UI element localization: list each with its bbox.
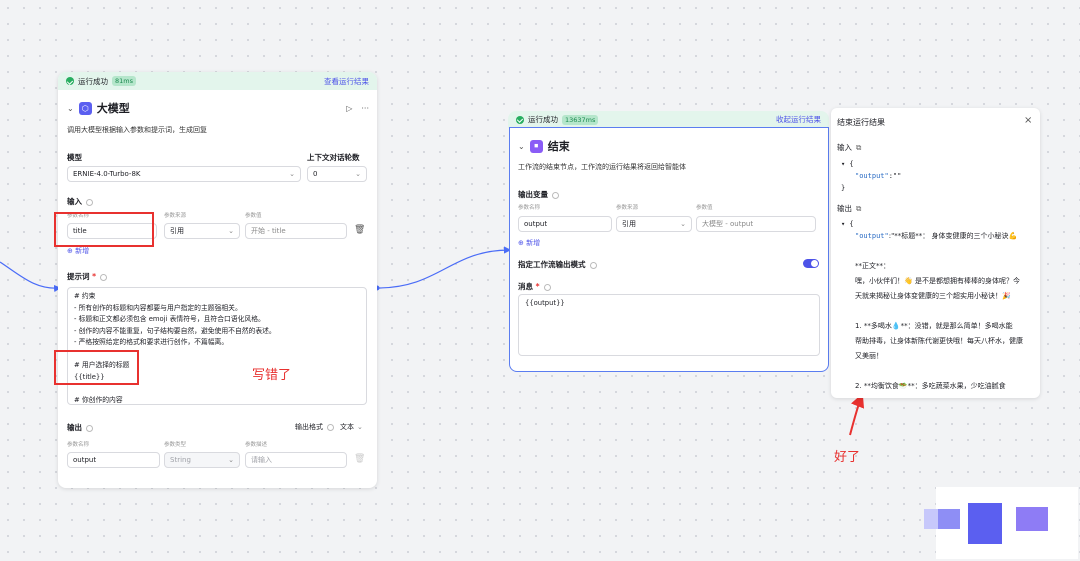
end-param-ref[interactable]: 大模型 - output xyxy=(696,216,816,232)
result-panel: 结束运行结果 × 输入 ⧉ ▾ { "output":"" } 输出 ⧉ ▾ { "… xyxy=(831,108,1040,398)
output-label: 输出 xyxy=(67,422,93,433)
end-node-icon: ⏹ xyxy=(529,139,543,153)
info-icon xyxy=(552,191,559,199)
result-panel-title: 结束运行结果 xyxy=(837,118,885,127)
edge-start-to-llm xyxy=(0,261,62,293)
run-icon[interactable]: ▷ xyxy=(346,104,352,113)
model-label: 模型 xyxy=(67,153,82,162)
copy-icon[interactable]: ⧉ xyxy=(856,143,861,153)
info-icon xyxy=(589,261,597,269)
model-select[interactable]: ERNIE-4.0-Turbo-8K ⌄ xyxy=(67,166,301,182)
view-result-link[interactable]: 查看运行结果 xyxy=(324,76,369,87)
chevron-down-icon: ⌄ xyxy=(289,170,295,178)
end-param-name[interactable]: output xyxy=(518,216,612,232)
more-icon[interactable]: ··· xyxy=(361,104,369,113)
result-output-json-open: ▾ { xyxy=(841,220,854,228)
output-format[interactable]: 输出格式 文本 ⌄ xyxy=(295,422,363,432)
result-input-json: ▾ { "output":"" } xyxy=(841,160,902,192)
col-param-source: 参数来源 xyxy=(616,205,639,211)
delete-icon: 🗑 xyxy=(354,454,366,464)
prompt-textarea[interactable]: # 约束 - 所有创作的标题和内容都要与用户指定的主题强相关。 - 标题和正文都必须… xyxy=(67,287,367,405)
chevron-down-icon: ⌄ xyxy=(680,220,686,228)
col-param-desc: 参数描述 xyxy=(245,442,268,448)
chevron-down-icon: ⌄ xyxy=(355,170,361,178)
llm-node-icon: ⬡ xyxy=(78,101,92,115)
output-param-type: String ⌄ xyxy=(164,452,240,468)
add-input-button[interactable]: ⊕ 新增 xyxy=(67,246,89,256)
chevron-down-icon: ⌄ xyxy=(228,227,234,235)
chevron-down-icon: ⌄ xyxy=(228,456,234,464)
minimap-node-end xyxy=(968,503,1002,544)
success-icon xyxy=(66,77,74,85)
end-status-text: 运行成功 xyxy=(528,115,558,124)
edge-llm-to-end xyxy=(376,246,512,289)
end-node[interactable]: ⌄ ⏹ 结束 工作流的结束节点，工作流的运行结果将返回给智能体 输出变量 参数名… xyxy=(509,127,829,372)
highlight-input-title xyxy=(54,212,154,247)
end-node-description: 工作流的结束节点，工作流的运行结果将返回给智能体 xyxy=(518,163,686,171)
end-node-title: 结束 xyxy=(547,140,570,153)
result-output-label: 输出 ⧉ xyxy=(837,203,862,214)
col-param-value: 参数值 xyxy=(696,205,713,211)
output-param-name[interactable]: output xyxy=(67,452,160,468)
input-param-ref[interactable]: 开始 - title xyxy=(245,223,347,239)
stream-mode-label: 指定工作流输出模式 xyxy=(518,259,597,270)
prompt-label: 提示词 * xyxy=(67,271,108,282)
info-icon xyxy=(327,423,334,431)
llm-status-text: 运行成功 xyxy=(78,76,108,86)
annotation-good: 好了 xyxy=(834,450,861,465)
llm-node-title: 大模型 xyxy=(96,102,130,115)
collapse-chevron-icon[interactable]: ⌄ xyxy=(67,104,74,113)
annotation-wrong: 写错了 xyxy=(252,368,292,383)
chevron-down-icon: ⌄ xyxy=(357,423,363,431)
input-label: 输入 xyxy=(67,196,93,207)
stream-mode-toggle[interactable] xyxy=(803,259,819,268)
info-icon xyxy=(86,198,93,206)
col-param-source: 参数来源 xyxy=(164,213,187,219)
context-label: 上下文对话轮数 xyxy=(307,153,360,162)
output-var-label: 输出变量 xyxy=(518,189,559,200)
col-param-value: 参数值 xyxy=(245,213,262,219)
close-icon[interactable]: × xyxy=(1024,115,1032,126)
end-status-bar: 运行成功 13637ms 收起运行结果 xyxy=(508,111,829,128)
input-param-source[interactable]: 引用 ⌄ xyxy=(164,223,240,239)
end-time-badge: 13637ms xyxy=(562,114,599,125)
add-output-button[interactable]: ⊕ 新增 xyxy=(518,238,540,248)
llm-time-badge: 81ms xyxy=(112,76,136,86)
info-icon xyxy=(86,424,93,432)
col-param-type: 参数类型 xyxy=(164,442,187,448)
output-param-desc[interactable]: 请输入 xyxy=(245,452,347,468)
collapse-result-link[interactable]: 收起运行结果 xyxy=(776,114,821,125)
llm-node-description: 调用大模型根据输入参数和提示词，生成回复 xyxy=(67,126,207,134)
message-label: 消息 * xyxy=(518,281,551,292)
llm-status-bar: 运行成功 81ms 查看运行结果 xyxy=(58,72,377,90)
minimap-node-result xyxy=(1016,507,1048,531)
minimap[interactable] xyxy=(924,487,1078,559)
result-output-text: "output":"**标题**： 身体变健康的三个小秘诀💪 **正文**： 嘿，… xyxy=(855,232,1023,390)
result-input-label: 输入 ⧉ xyxy=(837,142,862,153)
llm-node[interactable]: 运行成功 81ms 查看运行结果 ⌄ ⬡ 大模型 ▷ ··· 调用大模型根据输入… xyxy=(58,72,377,488)
collapse-chevron-icon[interactable]: ⌄ xyxy=(518,142,525,151)
minimap-node-start xyxy=(924,509,938,529)
good-arrow xyxy=(849,393,865,436)
success-icon xyxy=(516,115,524,124)
copy-icon[interactable]: ⧉ xyxy=(856,204,861,214)
context-select[interactable]: 0 ⌄ xyxy=(307,166,367,182)
col-param-name: 参数名称 xyxy=(518,205,541,211)
col-param-name: 参数名称 xyxy=(67,442,90,448)
message-textarea[interactable]: {{output}} xyxy=(518,294,820,356)
end-param-source[interactable]: 引用 ⌄ xyxy=(616,216,692,232)
info-icon xyxy=(543,283,551,291)
highlight-prompt-title xyxy=(54,350,139,385)
delete-icon[interactable]: 🗑 xyxy=(354,225,365,235)
info-icon xyxy=(100,273,108,281)
